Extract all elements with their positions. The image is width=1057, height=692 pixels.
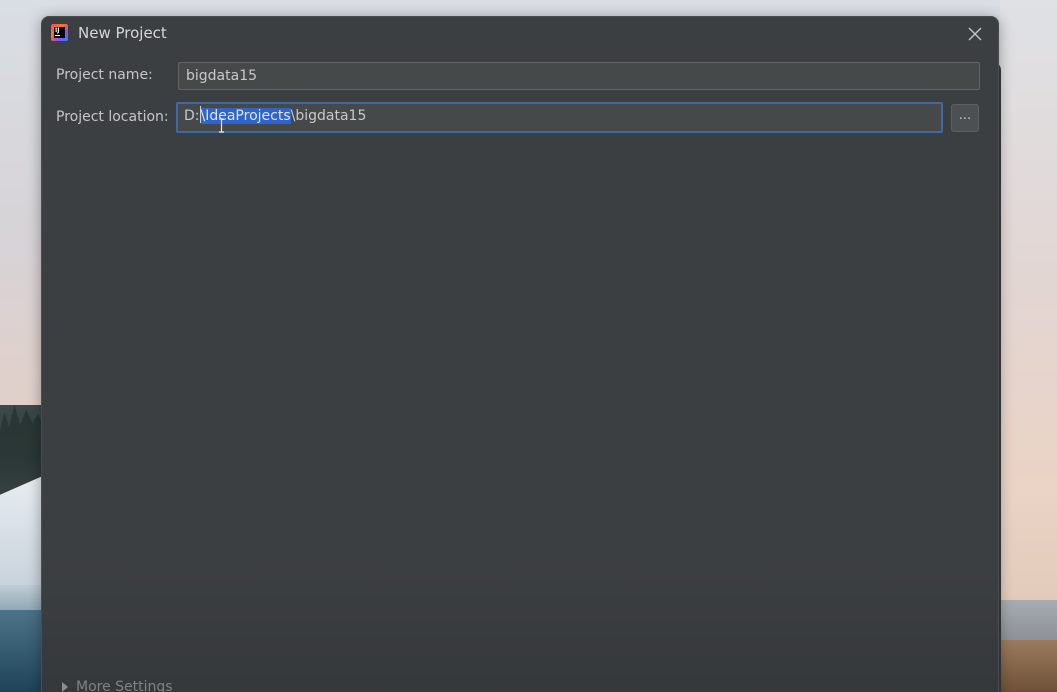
- desktop-wallpaper-right: [1000, 0, 1057, 692]
- wallpaper-water: [0, 610, 45, 692]
- close-button[interactable]: [964, 23, 986, 45]
- project-location-suffix: \bigdata15: [290, 108, 367, 124]
- close-icon: [968, 27, 982, 41]
- text-cursor-icon: [219, 118, 224, 133]
- desktop-wallpaper-left: [0, 405, 45, 692]
- project-name-input[interactable]: bigdata15: [178, 62, 980, 90]
- project-name-value: bigdata15: [186, 68, 258, 84]
- project-location-selected-text: \IdeaProjects: [200, 108, 291, 124]
- more-settings-label: More Settings: [76, 679, 173, 692]
- triangle-right-icon: [62, 682, 68, 692]
- browse-location-button[interactable]: ...: [951, 104, 979, 132]
- wallpaper-sea: [1000, 600, 1057, 640]
- more-settings-toggle[interactable]: More Settings: [62, 679, 173, 692]
- project-location-input[interactable]: D:\IdeaProjects\bigdata15: [176, 102, 943, 133]
- dialog-title: New Project: [78, 24, 167, 42]
- project-location-label: Project location:: [56, 109, 169, 125]
- intellij-idea-icon: IJ: [51, 24, 68, 41]
- new-project-dialog: IJ New Project Project name: bigdata15 P…: [41, 16, 999, 692]
- dialog-titlebar[interactable]: IJ New Project: [42, 17, 998, 51]
- wallpaper-shore: [1000, 640, 1057, 692]
- project-name-label: Project name:: [56, 67, 153, 83]
- project-location-prefix: D:: [184, 108, 200, 124]
